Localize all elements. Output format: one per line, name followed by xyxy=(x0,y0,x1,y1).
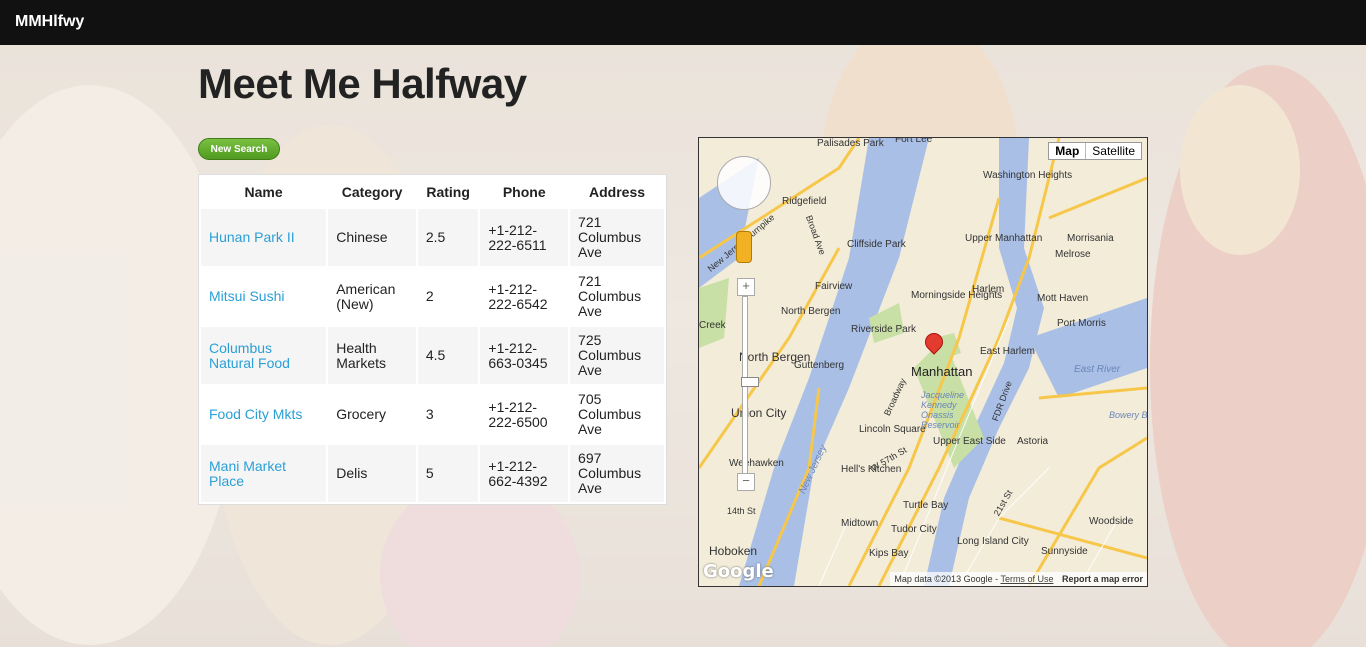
cell-address: 697 Columbus Ave xyxy=(570,445,664,502)
map-label: Midtown xyxy=(841,518,879,529)
map-label: Cliffside Park xyxy=(847,239,906,250)
cell-rating: 2.5 xyxy=(417,209,479,266)
map-label: Morningside Heights xyxy=(911,290,1003,301)
navbar: MMHlfwy xyxy=(0,0,1366,45)
cell-rating: 2 xyxy=(417,268,479,325)
cell-name: Columbus Natural Food xyxy=(201,327,327,384)
map-label: Morrisania xyxy=(1067,233,1114,244)
cell-category: Chinese xyxy=(328,209,416,266)
zoom-in-button[interactable]: + xyxy=(737,278,755,296)
column-header-category: Category xyxy=(341,184,403,200)
map-label: Woodside xyxy=(1089,516,1134,527)
map-label: Creek xyxy=(699,320,726,331)
map-label: Sunnyside xyxy=(1041,546,1088,557)
cell-phone: +1-212-222-6511 xyxy=(480,209,569,266)
brand-link[interactable]: MMHlfwy xyxy=(15,13,84,31)
map-label: Riverside Park xyxy=(851,324,917,335)
map-data-text: Map data ©2013 Google - xyxy=(894,574,999,584)
map-label: East Harlem xyxy=(980,346,1036,357)
table-row: Food City Mkts Grocery 3 +1-212-222-6500… xyxy=(201,386,664,443)
cell-name: Hunan Park II xyxy=(201,209,327,266)
column-header-rating: Rating xyxy=(426,184,470,200)
map-label: East River xyxy=(1074,364,1121,375)
table-row: Mani Market Place Delis 5 +1-212-662-439… xyxy=(201,445,664,502)
terms-of-use-link[interactable]: Terms of Use xyxy=(1000,574,1053,584)
cell-category: American (New) xyxy=(328,268,416,325)
cell-phone: +1-212-662-4392 xyxy=(480,445,569,502)
map-label: Turtle Bay xyxy=(903,500,949,511)
cell-rating: 5 xyxy=(417,445,479,502)
cell-address: 725 Columbus Ave xyxy=(570,327,664,384)
map-label: Kips Bay xyxy=(869,548,909,559)
page-title: Meet Me Halfway xyxy=(198,60,527,107)
table-row: Mitsui Sushi American (New) 2 +1-212-222… xyxy=(201,268,664,325)
cell-rating: 4.5 xyxy=(417,327,479,384)
cell-phone: +1-212-222-6500 xyxy=(480,386,569,443)
table-row: Columbus Natural Food Health Markets 4.5… xyxy=(201,327,664,384)
map-type-control: Map Satellite xyxy=(1048,142,1142,160)
cell-phone: +1-212-663-0345 xyxy=(480,327,569,384)
report-map-error-link[interactable]: Report a map error xyxy=(1062,574,1143,584)
cell-address: 721 Columbus Ave xyxy=(570,268,664,325)
map-label: Fairview xyxy=(815,281,853,292)
cell-name: Mani Market Place xyxy=(201,445,327,502)
map-label: North Bergen xyxy=(781,306,841,317)
map-label: Jacqueline Kennedy Onassis Reservoir xyxy=(921,390,965,430)
map-label: Mott Haven xyxy=(1037,293,1089,304)
map-label: 14th St xyxy=(727,506,756,516)
column-header-name: Name xyxy=(244,184,283,200)
street-view-pegman-icon[interactable] xyxy=(736,231,752,263)
map-view[interactable]: Palisades Park Fort Lee Ridgefield Cliff… xyxy=(698,137,1148,587)
map-label: Washington Heights xyxy=(983,170,1073,181)
map-label: Guttenberg xyxy=(794,360,845,371)
map-label: Bowery B xyxy=(1109,410,1148,420)
cell-phone: +1-212-222-6542 xyxy=(480,268,569,325)
zoom-slider-handle[interactable] xyxy=(741,377,759,387)
zoom-out-button[interactable]: − xyxy=(737,473,755,491)
map-label: Astoria xyxy=(1017,436,1049,447)
google-logo: Google xyxy=(703,561,774,582)
cell-rating: 3 xyxy=(417,386,479,443)
cell-name: Food City Mkts xyxy=(201,386,327,443)
map-type-satellite-button[interactable]: Satellite xyxy=(1086,143,1141,159)
restaurant-link[interactable]: Mitsui Sushi xyxy=(209,288,284,304)
map-label: Port Morris xyxy=(1057,318,1106,329)
map-label: Ridgefield xyxy=(782,196,827,207)
restaurant-link[interactable]: Columbus Natural Food xyxy=(209,340,290,371)
pan-control-icon[interactable] xyxy=(717,156,771,210)
map-label: Long Island City xyxy=(957,536,1029,547)
column-header-address: Address xyxy=(589,184,646,200)
table-row: Hunan Park II Chinese 2.5 +1-212-222-651… xyxy=(201,209,664,266)
cell-category: Health Markets xyxy=(328,327,416,384)
map-label: Fort Lee xyxy=(895,137,933,145)
new-search-button[interactable]: New Search xyxy=(198,138,280,160)
restaurant-link[interactable]: Food City Mkts xyxy=(209,406,302,422)
results-table: Name Category Rating Phone Address Hunan… xyxy=(198,174,667,505)
cell-name: Mitsui Sushi xyxy=(201,268,327,325)
map-attribution: Map data ©2013 Google - Terms of Use Rep… xyxy=(890,572,1147,586)
cell-category: Delis xyxy=(328,445,416,502)
map-label: Upper Manhattan xyxy=(965,233,1043,244)
map-label: Melrose xyxy=(1055,249,1091,260)
cell-category: Grocery xyxy=(328,386,416,443)
map-label: Upper East Side xyxy=(933,436,1006,447)
map-label: Tudor City xyxy=(891,524,937,535)
map-type-map-button[interactable]: Map xyxy=(1049,143,1087,159)
map-label: Hoboken xyxy=(709,544,758,558)
restaurant-link[interactable]: Mani Market Place xyxy=(209,458,286,489)
map-label: Manhattan xyxy=(911,364,973,379)
table-header-row: Name Category Rating Phone Address xyxy=(201,177,664,207)
map-label: Lincoln Square xyxy=(859,424,926,435)
cell-address: 721 Columbus Ave xyxy=(570,209,664,266)
map-label: Palisades Park xyxy=(817,138,884,149)
cell-address: 705 Columbus Ave xyxy=(570,386,664,443)
zoom-track[interactable] xyxy=(741,296,759,478)
zoom-control: + − xyxy=(737,278,759,491)
restaurant-link[interactable]: Hunan Park II xyxy=(209,229,295,245)
column-header-phone: Phone xyxy=(502,184,546,200)
